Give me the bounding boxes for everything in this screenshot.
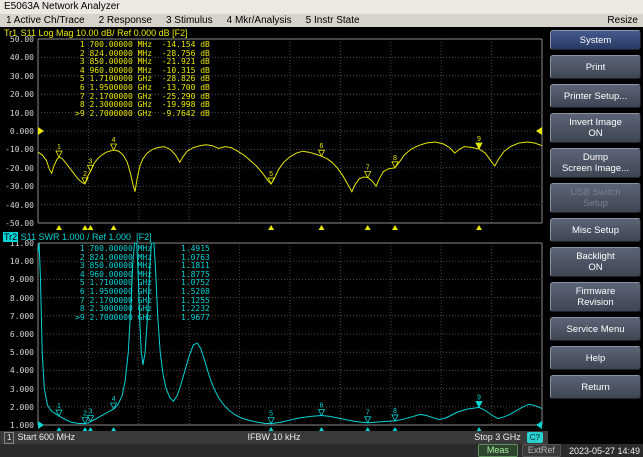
softkey-print[interactable]: Print: [550, 55, 641, 79]
status-bar: 1 Start 600 MHz IFBW 10 kHz Stop 3 GHz C…: [0, 431, 548, 444]
svg-text:1: 1: [57, 144, 61, 151]
softkey-return[interactable]: Return: [550, 375, 641, 399]
menu-item-instr-state[interactable]: 5 Instr State: [306, 14, 360, 27]
cal-status-badge: C?: [527, 432, 543, 443]
tr2-header: Tr2 S11 SWR 1.000 / Ref 1.000 [F2]: [3, 232, 152, 242]
y-axis-label: 40.00: [0, 53, 34, 62]
menubar: 1 Active Ch/Trace 2 Response 3 Stimulus …: [0, 14, 643, 27]
y-axis-label: 3.000: [0, 385, 34, 394]
svg-text:3: 3: [89, 409, 93, 416]
softkey-invert-image-on[interactable]: Invert ImageON: [550, 113, 641, 143]
svg-text:1: 1: [57, 403, 61, 410]
svg-text:8: 8: [393, 155, 397, 162]
y-axis-label: 9.000: [0, 275, 34, 284]
sidebar: System Print Printer Setup... Invert ImageO…: [548, 27, 643, 444]
plot-panel-0: Tr1 S11 Log Mag 10.00 dB/ Ref 0.000 dB […: [0, 27, 548, 231]
softkey-usb-switch-setup: USB SwitchSetup: [550, 183, 641, 213]
instrument-screen: Tr1 S11 Log Mag 10.00 dB/ Ref 0.000 dB […: [0, 27, 643, 457]
marker-readout: 1 700.00000 MHz -14.154 dB 2 824.00000 M…: [75, 41, 210, 118]
y-axis-label: 10.00: [0, 257, 34, 266]
y-axis-label: 30.00: [0, 72, 34, 81]
extref-indicator: ExtRef: [522, 444, 561, 457]
svg-text:5: 5: [269, 171, 273, 178]
y-axis-label: 10.00: [0, 109, 34, 118]
plot-panel-1: Tr2 S11 SWR 1.000 / Ref 1.000 [F2] 1 1.00…: [0, 231, 548, 431]
y-axis-label: -20.00: [0, 164, 34, 173]
menu-item-stimulus[interactable]: 3 Stimulus: [166, 14, 213, 27]
y-axis-label: -40.00: [0, 201, 34, 210]
softkey-service-menu[interactable]: Service Menu: [550, 317, 641, 341]
softkey-backlight-on[interactable]: BacklightON: [550, 247, 641, 277]
softkey-dump-screen-image[interactable]: DumpScreen Image...: [550, 148, 641, 178]
y-axis-label: 1.000: [0, 421, 34, 430]
menu-item-active-ch-trace[interactable]: 1 Active Ch/Trace: [6, 14, 85, 27]
svg-text:8: 8: [393, 408, 397, 415]
tr2-header-text: S11 SWR 1.000 / Ref 1.000 [F2]: [18, 232, 151, 242]
svg-text:3: 3: [89, 158, 93, 165]
footer-bar: Meas ExtRef 2023-05-27 14:49: [0, 444, 643, 457]
softkey-printer-setup[interactable]: Printer Setup...: [550, 84, 641, 108]
svg-text:4: 4: [112, 137, 116, 144]
menu-item-mkr-analysis[interactable]: 4 Mkr/Analysis: [227, 14, 292, 27]
svg-text:6: 6: [320, 143, 324, 150]
y-axis-label: 2.000: [0, 403, 34, 412]
svg-text:9: 9: [477, 136, 481, 143]
y-axis-label: 8.000: [0, 294, 34, 303]
y-axis-label: 5.000: [0, 348, 34, 357]
y-axis-label: 7.000: [0, 312, 34, 321]
menu-item-response[interactable]: 2 Response: [99, 14, 152, 27]
ifbw-readout: IFBW 10 kHz: [0, 431, 548, 444]
y-axis-label: -30.00: [0, 182, 34, 191]
softkey-misc-setup[interactable]: Misc Setup: [550, 218, 641, 242]
y-axis-label: -10.00: [0, 145, 34, 154]
window-title: E5063A Network Analyzer: [0, 0, 643, 14]
tr2-label[interactable]: Tr2: [3, 232, 18, 242]
svg-text:7: 7: [366, 165, 370, 172]
svg-text:2: 2: [83, 411, 87, 418]
svg-text:9: 9: [477, 394, 481, 401]
tr1-label[interactable]: Tr1: [3, 28, 18, 38]
y-axis-label: 0.000: [0, 127, 34, 136]
softkey-help[interactable]: Help: [550, 346, 641, 370]
menu-item-resize[interactable]: Resize: [607, 14, 638, 27]
svg-text:6: 6: [320, 403, 324, 410]
y-axis-label: 20.00: [0, 90, 34, 99]
svg-text:4: 4: [112, 396, 116, 403]
datetime: 2023-05-27 14:49: [565, 446, 640, 456]
meas-indicator: Meas: [478, 444, 518, 457]
tr1-header-text: S11 Log Mag 10.00 dB/ Ref 0.000 dB [F2]: [18, 28, 187, 38]
svg-text:5: 5: [269, 411, 273, 418]
svg-text:7: 7: [366, 410, 370, 417]
y-axis-label: 4.000: [0, 366, 34, 375]
stop-frequency: Stop 3 GHz: [474, 431, 521, 444]
marker-readout: 1 700.00000 MHz 1.4915 2 824.00000 MHz 1…: [75, 245, 210, 322]
y-axis-label: -50.00: [0, 219, 34, 228]
tr1-header: Tr1 S11 Log Mag 10.00 dB/ Ref 0.000 dB […: [3, 28, 188, 38]
svg-text:2: 2: [83, 171, 87, 178]
softkey-system[interactable]: System: [550, 30, 641, 50]
y-axis-label: 6.000: [0, 330, 34, 339]
softkey-firmware-revision[interactable]: FirmwareRevision: [550, 282, 641, 312]
